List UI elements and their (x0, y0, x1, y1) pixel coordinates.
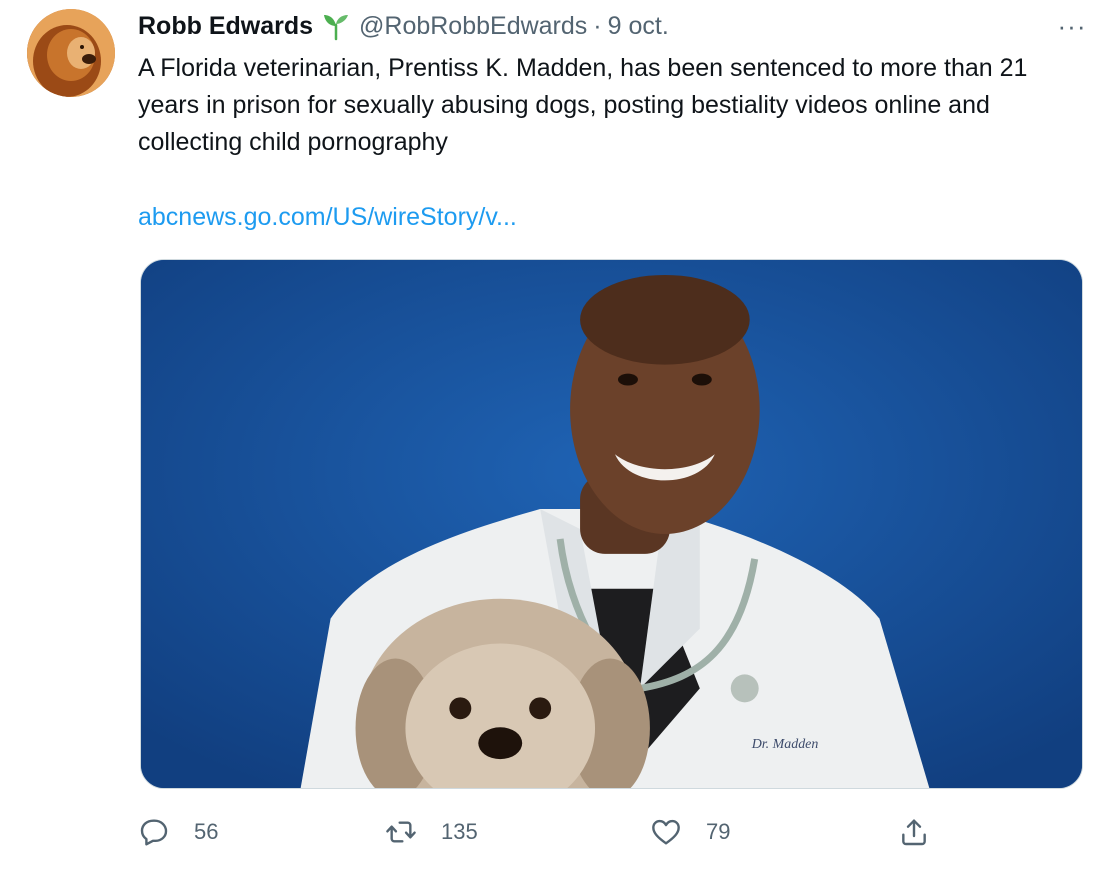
tweet-actions: 56 135 79 (138, 810, 1088, 854)
more-options-icon[interactable]: ··· (1054, 10, 1090, 42)
author-name[interactable]: Robb Edwards (138, 12, 313, 41)
header-separator: · (593, 11, 602, 40)
tweet-card: Robb Edwards @RobRobbEdwards · 9 oct. ··… (0, 0, 1120, 869)
photo-veterinarian-with-dog: Dr. Madden (141, 260, 1082, 788)
reply-button[interactable]: 56 (138, 810, 218, 854)
retweet-count: 135 (441, 819, 478, 844)
tweet-text: A Florida veterinarian, Prentiss K. Madd… (138, 54, 1028, 156)
tweet-link[interactable]: abcnews.go.com/US/wireStory/v... (138, 199, 517, 236)
tweet-header: Robb Edwards @RobRobbEdwards · 9 oct. (138, 10, 669, 42)
like-button[interactable]: 79 (650, 810, 730, 854)
share-icon (902, 819, 926, 846)
like-count: 79 (706, 819, 731, 844)
retweet-button[interactable]: 135 (385, 810, 478, 854)
tweet-date[interactable]: 9 oct. (608, 12, 669, 41)
share-button[interactable] (898, 810, 930, 854)
tweet-photo[interactable]: Dr. Madden (140, 259, 1083, 789)
reply-count: 56 (194, 819, 219, 844)
coat-name-text: Dr. Madden (751, 737, 819, 752)
retweet-icon (386, 821, 416, 843)
sprout-icon (321, 11, 351, 41)
avatar[interactable] (27, 9, 115, 97)
heart-icon (652, 819, 680, 845)
lion-avatar-icon (27, 9, 115, 97)
author-handle[interactable]: @RobRobbEdwards (359, 12, 587, 41)
reply-icon (140, 819, 168, 846)
